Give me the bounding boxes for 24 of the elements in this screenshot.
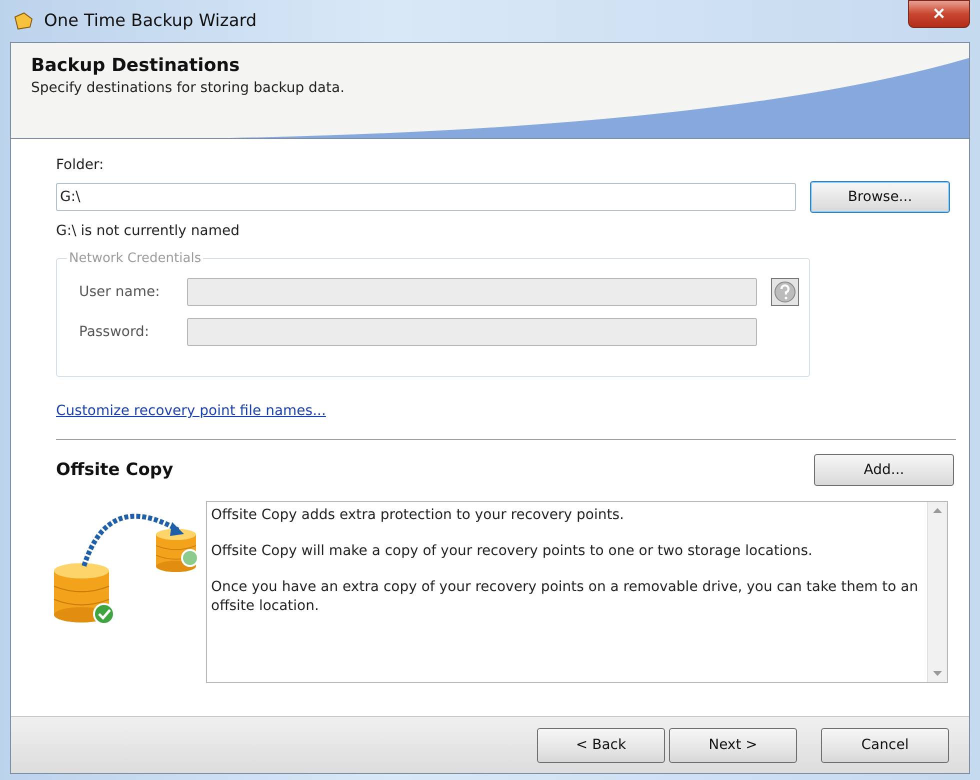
description-paragraph: Offsite Copy will make a copy of your recovery points to one or two storage locations. xyxy=(211,542,814,560)
scrollbar[interactable] xyxy=(927,502,947,682)
wizard-button[interactable]: Cancel xyxy=(821,728,949,762)
browse-button[interactable]: Browse... xyxy=(810,181,950,213)
folder-field[interactable]: G:\ xyxy=(56,183,796,211)
section-title: Offsite Copy xyxy=(56,460,174,480)
page-title: Backup Destinations xyxy=(31,55,241,76)
window-title: One Time Backup Wizard xyxy=(44,11,258,31)
folder-status: G:\ is not currently named xyxy=(56,223,240,239)
customize-link[interactable]: Customize recovery point file names... xyxy=(56,403,326,419)
folder-label: Folder: xyxy=(56,157,105,173)
wizard-button[interactable]: Next > xyxy=(669,728,797,762)
scroll-down-icon[interactable] xyxy=(933,671,942,676)
app-icon xyxy=(12,11,34,31)
scroll-up-icon[interactable] xyxy=(933,508,942,513)
group-legend: Network Credentials xyxy=(67,251,204,266)
wizard-button[interactable]: < Back xyxy=(537,728,665,762)
field-label: Password: xyxy=(79,324,150,340)
description-paragraph: Offsite Copy adds extra protection to your recovery points. xyxy=(211,506,625,524)
page-subtitle: Specify destinations for storing backup data. xyxy=(31,80,346,96)
add-button[interactable]: Add... xyxy=(814,454,954,486)
close-button[interactable]: × xyxy=(908,0,970,28)
field-label: User name: xyxy=(79,284,161,300)
description-paragraph: Once you have an extra copy of your recovery points on a removable drive, you can take them to an offsite location. xyxy=(211,578,920,615)
